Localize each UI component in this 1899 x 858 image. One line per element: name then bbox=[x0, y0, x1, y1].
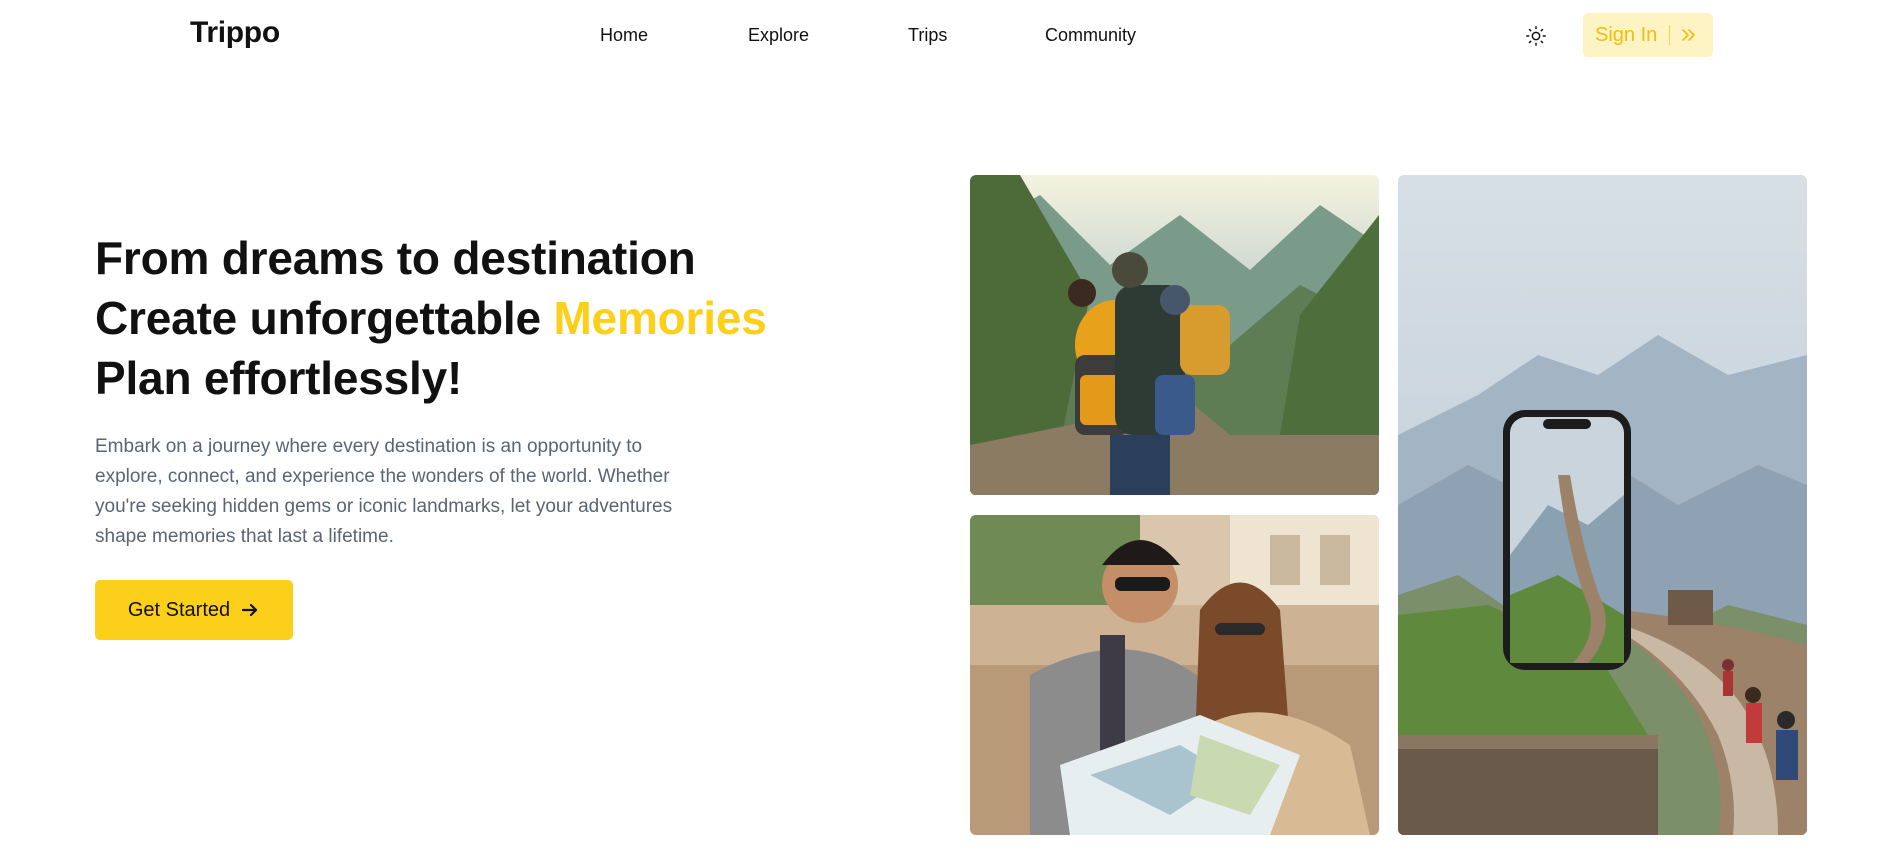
sign-in-label: Sign In bbox=[1595, 23, 1658, 46]
navbar: Trippo Home Explore Trips Community Sign… bbox=[0, 0, 1899, 72]
hero-heading-line-3: Plan effortlessly! bbox=[95, 352, 463, 404]
double-chevron-right-icon bbox=[1680, 27, 1698, 43]
sign-in-button[interactable]: Sign In bbox=[1583, 13, 1713, 57]
nav-link-community[interactable]: Community bbox=[1045, 25, 1136, 46]
arrow-right-icon bbox=[240, 600, 260, 620]
gallery-image-couple-map bbox=[970, 515, 1379, 835]
sun-icon bbox=[1526, 26, 1546, 46]
theme-toggle-button[interactable] bbox=[1524, 24, 1548, 48]
get-started-label: Get Started bbox=[127, 598, 231, 621]
sign-in-divider bbox=[1669, 25, 1671, 45]
hero-heading: From dreams to destination Create unforg… bbox=[95, 228, 767, 408]
brand-logo[interactable]: Trippo bbox=[190, 16, 280, 50]
nav-link-home[interactable]: Home bbox=[600, 25, 648, 46]
nav-link-explore[interactable]: Explore bbox=[748, 25, 809, 46]
gallery-image-great-wall bbox=[1398, 175, 1807, 835]
hero-heading-line-2-prefix: Create unforgettable bbox=[95, 292, 554, 344]
hero-heading-accent: Memories bbox=[553, 292, 767, 344]
get-started-button[interactable]: Get Started bbox=[95, 580, 293, 640]
gallery-image-family-hiking bbox=[970, 175, 1379, 495]
nav-link-trips[interactable]: Trips bbox=[908, 25, 947, 46]
hero-heading-line-1: From dreams to destination bbox=[95, 232, 696, 284]
hero-heading-line-2: Create unforgettable Memories bbox=[95, 288, 767, 348]
hero-description: Embark on a journey where every destinat… bbox=[95, 436, 673, 547]
